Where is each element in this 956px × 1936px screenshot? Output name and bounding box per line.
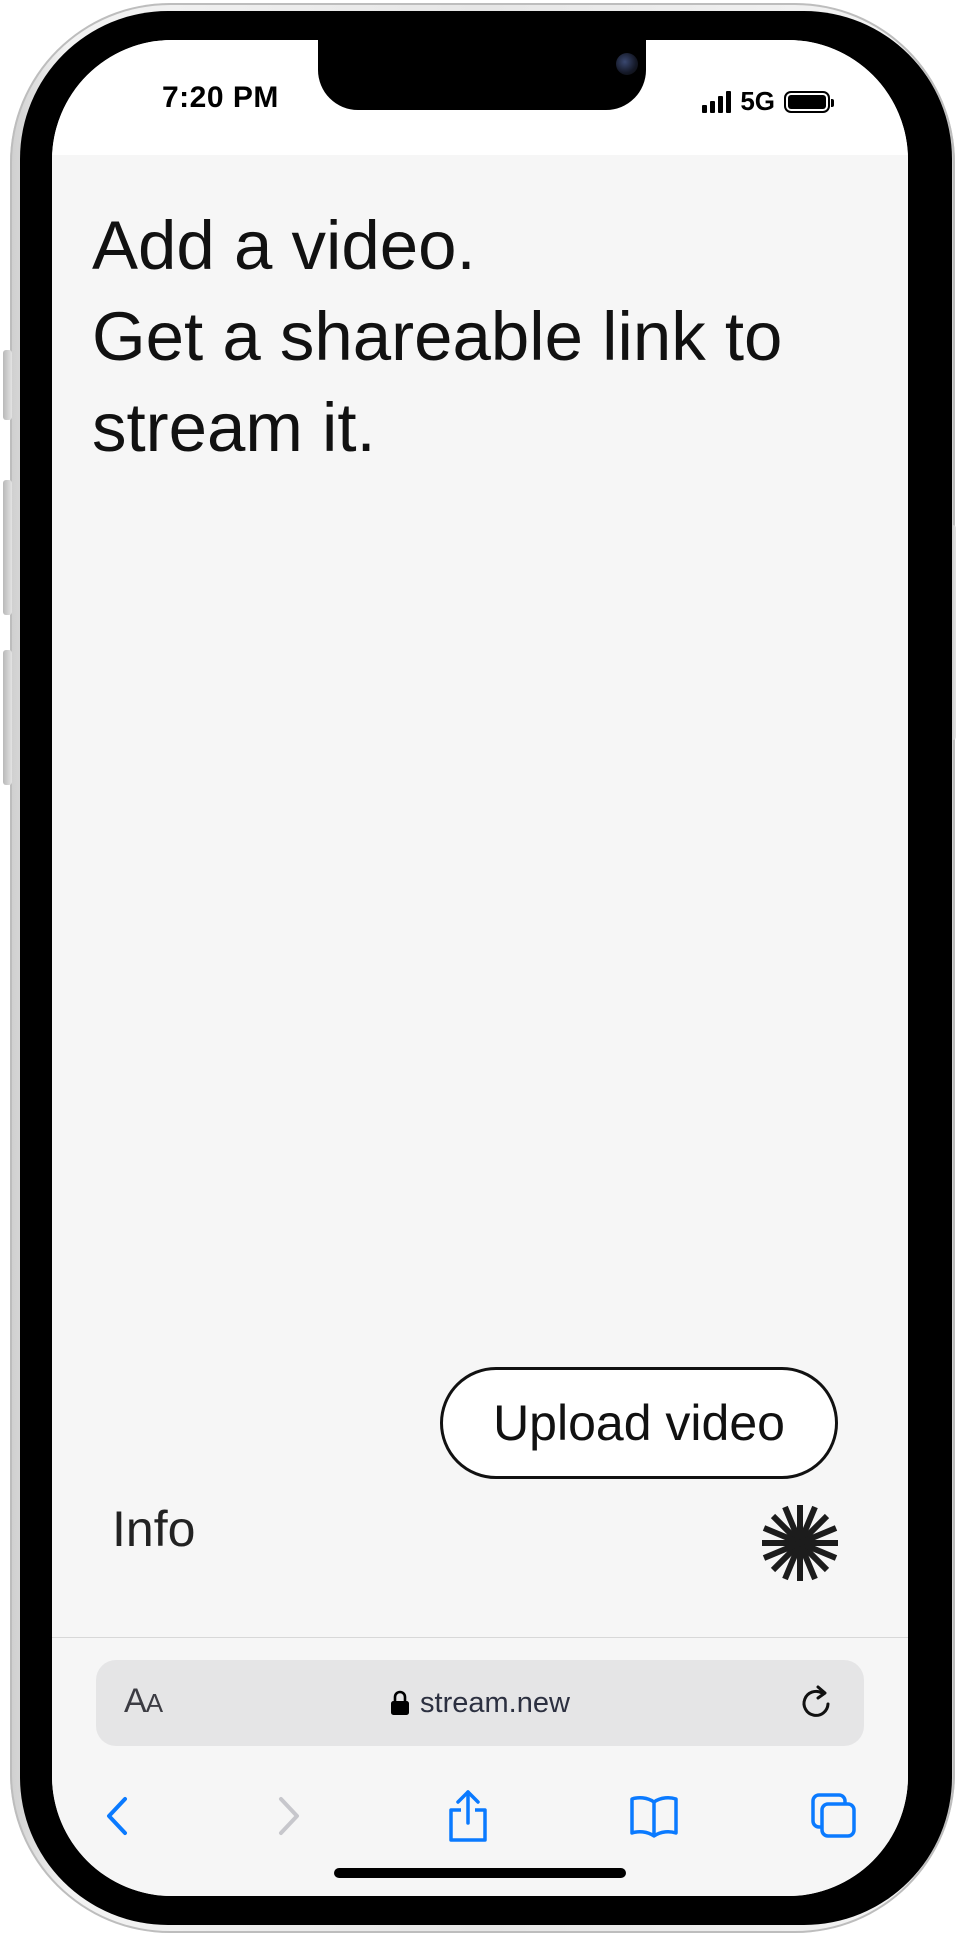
forward-button[interactable] [258,1786,318,1846]
tabs-button[interactable] [804,1786,864,1846]
phone-screen: 7:20 PM 5G Add a video. Get a shareable … [52,40,908,1896]
status-bar: 7:20 PM 5G [52,40,908,155]
home-indicator[interactable] [334,1868,626,1878]
tabs-icon [811,1793,856,1838]
url-group[interactable]: stream.new [96,1660,864,1746]
front-camera [616,53,638,75]
network-label: 5G [740,86,775,116]
status-indicators: 5G [702,86,834,117]
safari-toolbar: stream.new AA [52,1637,908,1896]
back-button[interactable] [88,1786,148,1846]
book-icon [630,1796,678,1838]
bookmarks-button[interactable] [624,1786,684,1846]
page-headline: Add a video. Get a shareable link to str… [92,200,882,473]
text-size-large-a: A [124,1682,147,1720]
url-text: stream.new [420,1686,570,1719]
status-time: 7:20 PM [162,81,279,114]
info-link[interactable]: Info [112,1500,195,1558]
text-size-small-a: A [145,1688,163,1718]
upload-video-button[interactable]: Upload video [440,1367,838,1479]
text-size-button[interactable]: AA [124,1682,163,1721]
address-bar[interactable]: stream.new AA [96,1660,864,1746]
headline-line-3: stream it. [92,389,376,466]
notch [318,40,646,110]
asterisk-star-icon [762,1505,838,1581]
lock-icon [391,1690,410,1715]
chevron-right-icon [279,1797,299,1835]
reload-icon[interactable] [798,1684,836,1722]
share-button[interactable] [438,1786,498,1846]
silent-switch [3,350,12,420]
headline-line-1: Add a video. [92,207,476,284]
share-icon [449,1790,487,1842]
volume-up-button [3,480,12,615]
volume-down-button [3,650,12,785]
signal-bars-icon [702,90,732,113]
chevron-left-icon [107,1797,127,1835]
web-content: Add a video. Get a shareable link to str… [52,155,908,1637]
battery-icon [784,90,834,113]
headline-line-2: Get a shareable link to [92,298,783,375]
